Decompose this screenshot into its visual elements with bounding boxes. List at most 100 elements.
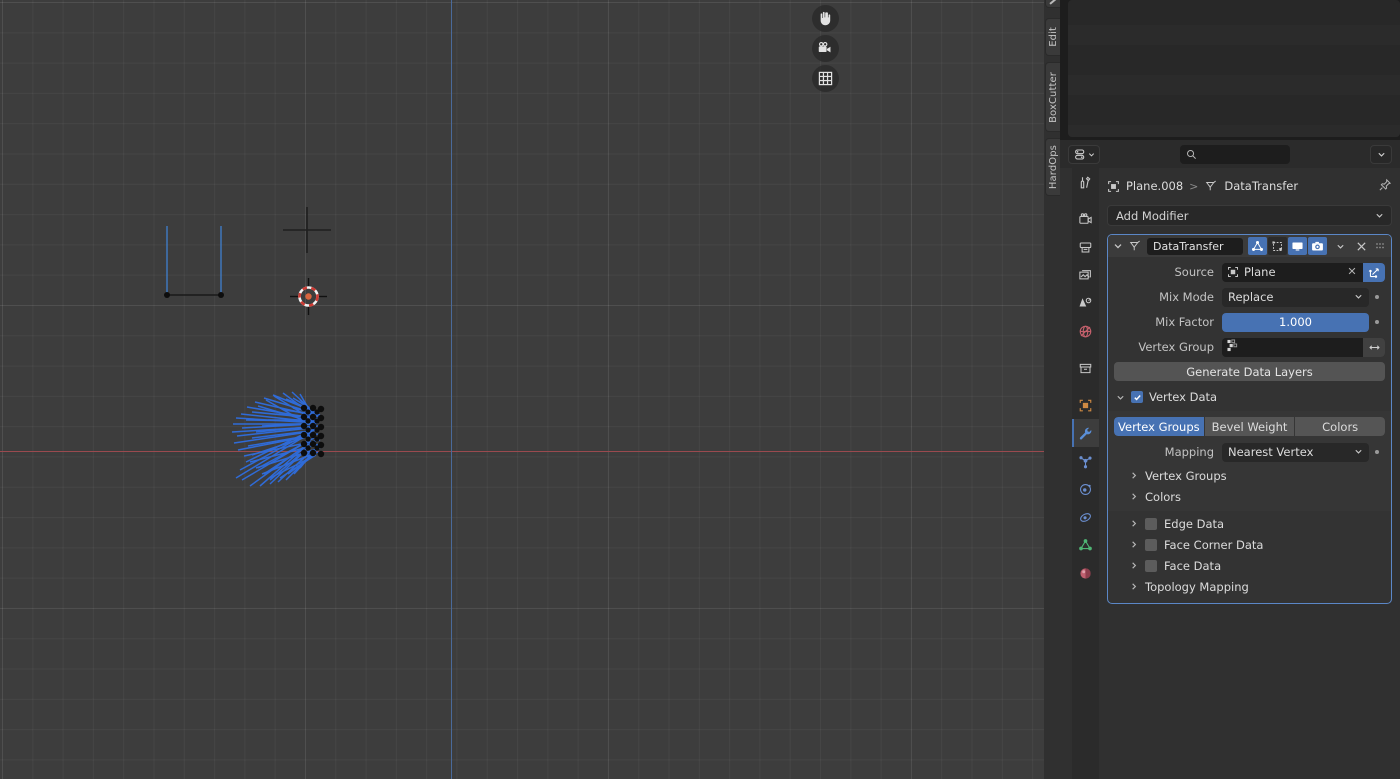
section-topology-mapping[interactable]: Topology Mapping <box>1114 576 1385 597</box>
properties-tab-world[interactable] <box>1072 317 1099 345</box>
drag-grip-icon[interactable] <box>1375 237 1386 255</box>
properties-tab-modifier[interactable] <box>1072 419 1099 447</box>
chevron-down-icon[interactable] <box>1113 241 1123 251</box>
face-corner-data-checkbox[interactable] <box>1145 538 1157 551</box>
chevron-down-icon <box>1377 152 1385 157</box>
properties-tab-scene[interactable] <box>1072 289 1099 317</box>
modifier-name-input[interactable]: DataTransfer <box>1147 237 1243 255</box>
modifier-extras-button[interactable] <box>1332 237 1348 255</box>
tool-icon <box>1080 175 1091 188</box>
outliner-row[interactable] <box>1068 50 1400 70</box>
face-data-checkbox[interactable] <box>1145 559 1157 572</box>
tab-bevel-weight[interactable]: Bevel Weight <box>1204 417 1295 436</box>
chevron-down-icon <box>1354 290 1363 304</box>
chevron-down-icon[interactable] <box>1116 393 1125 402</box>
modifier-delete-button[interactable] <box>1353 237 1369 255</box>
search-icon <box>1187 150 1196 159</box>
tab-vertex-groups-label: Vertex Groups <box>1118 419 1200 434</box>
properties-body: Plane.008 > DataTransfer Add Modifier Da… <box>1099 168 1400 779</box>
mix-mode-dropdown[interactable]: Replace <box>1222 287 1369 307</box>
mapping-label: Mapping <box>1164 445 1214 459</box>
properties-tab-output[interactable] <box>1072 233 1099 261</box>
wrench-icon <box>1079 427 1092 439</box>
add-modifier-button[interactable]: Add Modifier <box>1107 205 1392 226</box>
edge-data-checkbox[interactable] <box>1145 517 1157 530</box>
outliner-row[interactable] <box>1068 75 1400 95</box>
properties-header <box>1060 140 1400 168</box>
properties-tab-particles[interactable] <box>1072 447 1099 475</box>
outliner-row[interactable] <box>1068 25 1400 45</box>
properties-editor-icon[interactable] <box>1068 144 1100 164</box>
camera-icon[interactable] <box>812 35 839 62</box>
source-row: Source Plane <box>1114 262 1385 282</box>
blender-window: Edit BoxCutter HardOps Plane.008 > DataT… <box>0 0 1400 779</box>
breadcrumb-modifier[interactable]: DataTransfer <box>1224 179 1298 193</box>
filter-dropdown-button[interactable] <box>1370 145 1392 164</box>
properties-tab-view-layer[interactable] <box>1072 261 1099 289</box>
vertex-group-field[interactable] <box>1222 337 1385 357</box>
mesh-data-triangle-icon <box>1079 538 1092 550</box>
outliner-row[interactable] <box>1068 100 1400 120</box>
mix-factor-animate-dot[interactable] <box>1369 320 1385 324</box>
section-face-corner-data[interactable]: Face Corner Data <box>1108 534 1391 555</box>
sidebar-tab-boxcutter[interactable]: BoxCutter <box>1045 62 1060 132</box>
tab-vertex-groups[interactable]: Vertex Groups <box>1114 417 1204 436</box>
sidebar-tab-partial[interactable] <box>1045 0 1060 8</box>
breadcrumb-object[interactable]: Plane.008 <box>1126 179 1183 193</box>
mix-factor-slider[interactable]: 1.000 <box>1222 312 1369 332</box>
outliner-row[interactable] <box>1068 125 1400 137</box>
vertex-data-header[interactable]: Vertex Data <box>1114 387 1385 407</box>
properties-tab-physics[interactable] <box>1072 475 1099 503</box>
outliner-editor[interactable] <box>1068 0 1400 137</box>
outliner-row[interactable] <box>1068 0 1400 20</box>
properties-tab-collection[interactable] <box>1072 354 1099 382</box>
source-object-value: Plane <box>1244 265 1276 279</box>
properties-tab-material[interactable] <box>1072 559 1099 587</box>
mapping-row: Mapping Nearest Vertex <box>1114 442 1385 462</box>
camera-render-icon[interactable] <box>1308 237 1327 255</box>
properties-tab-object[interactable] <box>1072 391 1099 419</box>
sidebar-tab-edit[interactable]: Edit <box>1045 18 1060 56</box>
arrows-left-right-icon[interactable] <box>1363 337 1385 357</box>
world-globe-icon <box>1079 325 1092 337</box>
properties-tab-data[interactable] <box>1072 531 1099 559</box>
vertex-data-panel: Vertex Groups Bevel Weight Colors Mappin… <box>1108 411 1391 511</box>
tab-colors[interactable]: Colors <box>1295 417 1385 436</box>
properties-tab-render[interactable] <box>1072 205 1099 233</box>
vertex-data-checkbox[interactable] <box>1131 391 1143 403</box>
grid-icon[interactable] <box>812 65 839 92</box>
section-vertex-groups[interactable]: Vertex Groups <box>1114 465 1385 486</box>
modifier-icon <box>1206 180 1217 191</box>
source-label: Source <box>1174 265 1215 279</box>
mix-mode-animate-dot[interactable] <box>1369 295 1385 299</box>
properties-tab-constraints[interactable] <box>1072 503 1099 531</box>
3d-viewport[interactable] <box>0 0 1044 779</box>
source-object-field[interactable]: Plane <box>1222 262 1385 282</box>
hand-icon[interactable] <box>812 5 839 32</box>
search-input[interactable] <box>1180 145 1290 164</box>
chevron-right-icon <box>1130 580 1138 594</box>
section-face-data[interactable]: Face Data <box>1108 555 1391 576</box>
mapping-animate-dot[interactable] <box>1369 450 1385 454</box>
mix-mode-label: Mix Mode <box>1159 290 1214 304</box>
on-cage-icon[interactable] <box>1268 237 1287 255</box>
tab-bevel-weight-label: Bevel Weight <box>1211 419 1288 434</box>
viewport-mesh-objects <box>164 207 331 487</box>
properties-tab-tool[interactable] <box>1072 168 1099 196</box>
sidebar-tab-hardops[interactable]: HardOps <box>1045 138 1060 196</box>
object-transform-icon[interactable] <box>1363 262 1385 282</box>
vertex-group-label: Vertex Group <box>1138 340 1214 354</box>
display-monitor-icon[interactable] <box>1288 237 1307 255</box>
generate-data-layers-button[interactable]: Generate Data Layers <box>1114 362 1385 381</box>
edit-mode-icon[interactable] <box>1248 237 1267 255</box>
chevron-down-icon <box>1375 209 1384 223</box>
tab-colors-label: Colors <box>1322 419 1359 434</box>
section-colors[interactable]: Colors <box>1114 486 1385 507</box>
pin-icon[interactable] <box>1378 178 1392 195</box>
x-icon[interactable] <box>1347 265 1357 279</box>
properties-tab-rail <box>1072 168 1099 779</box>
section-edge-data[interactable]: Edge Data <box>1108 513 1391 534</box>
mapping-dropdown[interactable]: Nearest Vertex <box>1222 442 1369 462</box>
view-layer-images-icon <box>1079 269 1091 279</box>
vertex-data-tabstrip: Vertex Groups Bevel Weight Colors <box>1114 417 1385 436</box>
